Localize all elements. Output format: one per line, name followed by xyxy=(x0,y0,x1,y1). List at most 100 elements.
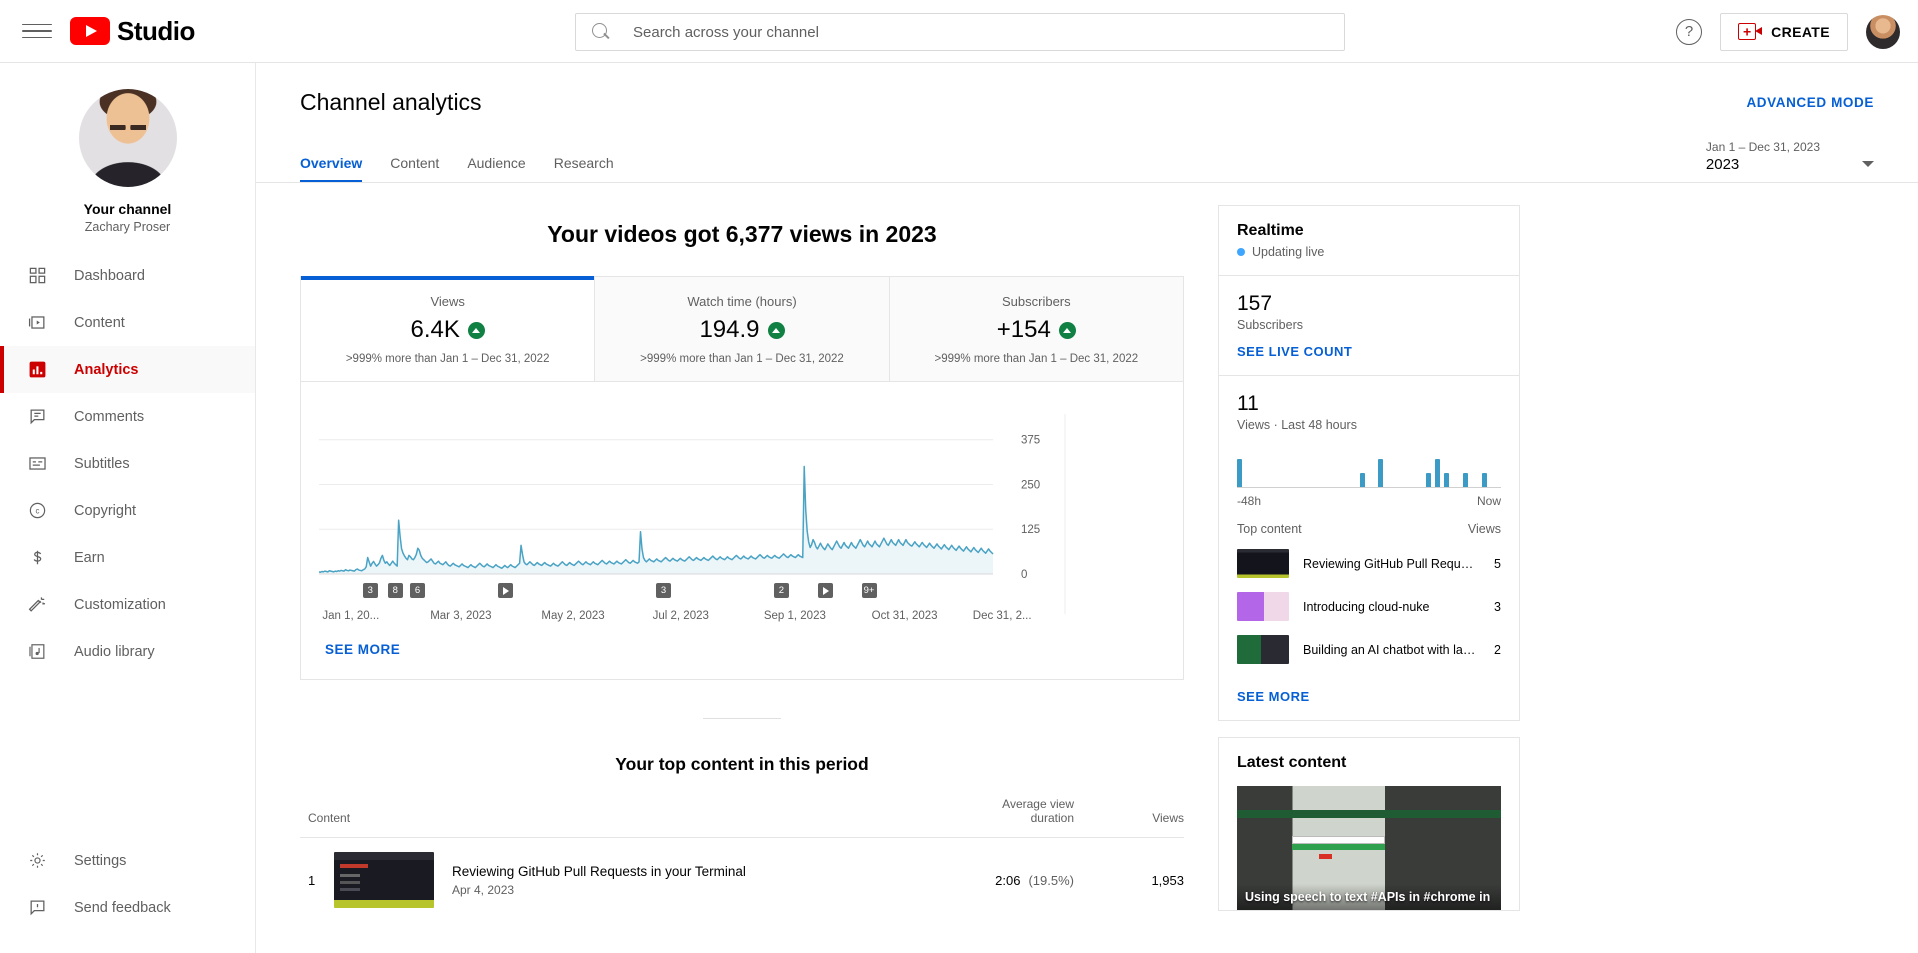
realtime-bar xyxy=(1444,473,1449,487)
table-row[interactable]: 1 Reviewing GitHub Pull Requests in your… xyxy=(300,838,1184,923)
metric-label: Subscribers xyxy=(900,294,1173,309)
sidebar-item-customization[interactable]: Customization xyxy=(0,581,255,628)
avd-percentage: (19.5%) xyxy=(1028,873,1074,888)
tab-underline xyxy=(256,182,1918,183)
video-thumbnail[interactable] xyxy=(1237,635,1289,664)
chart-marker-play-icon[interactable] xyxy=(498,583,513,598)
realtime-title: Realtime xyxy=(1237,222,1501,240)
chart-marker-count[interactable]: 9+ xyxy=(862,583,877,598)
avd-value: 2:06 xyxy=(995,873,1020,888)
top-content-title: Your top content in this period xyxy=(300,724,1184,797)
chart-x-tick-label: Dec 31, 2... xyxy=(973,610,1032,622)
sidebar-item-label: Content xyxy=(74,315,125,331)
tab-content[interactable]: Content xyxy=(376,155,453,183)
hamburger-menu-icon[interactable] xyxy=(22,16,52,46)
section-divider xyxy=(300,680,1184,724)
advanced-mode-link[interactable]: ADVANCED MODE xyxy=(1746,89,1874,110)
video-title[interactable]: Introducing cloud-nuke xyxy=(1303,600,1480,614)
chart-marker-count[interactable]: 2 xyxy=(774,583,789,598)
video-views: 2 xyxy=(1494,643,1501,657)
realtime-card: Realtime Updating live 157 Subscribers S… xyxy=(1218,205,1520,721)
sidebar-item-content[interactable]: Content xyxy=(0,299,255,346)
sidebar-item-analytics[interactable]: Analytics xyxy=(0,346,255,393)
realtime-views-block: 11 Views · Last 48 hours -48h Now Top co… xyxy=(1219,376,1519,720)
create-button[interactable]: CREATE xyxy=(1720,13,1848,51)
search-input[interactable] xyxy=(633,24,1328,41)
realtime-see-more-link[interactable]: SEE MORE xyxy=(1237,689,1501,704)
sidebar-item-label: Settings xyxy=(74,853,126,869)
sidebar-item-audio-library[interactable]: Audio library xyxy=(0,628,255,675)
page-header: Channel analytics ADVANCED MODE xyxy=(256,63,1918,116)
latest-video-thumbnail[interactable]: Using speech to text #APIs in #chrome in xyxy=(1237,786,1501,910)
trend-up-icon xyxy=(1059,322,1076,339)
row-views: 1,953 xyxy=(1074,838,1184,923)
video-thumbnail[interactable] xyxy=(1237,592,1289,621)
video-thumbnail[interactable] xyxy=(1237,549,1289,578)
video-publish-date: Apr 4, 2023 xyxy=(452,883,746,897)
video-views: 5 xyxy=(1494,557,1501,571)
metric-card-views[interactable]: Views 6.4K >999% more than Jan 1 – Dec 3… xyxy=(301,277,594,381)
search-bar[interactable] xyxy=(575,13,1345,51)
chevron-down-icon[interactable] xyxy=(1862,161,1874,167)
sidebar-item-dashboard[interactable]: Dashboard xyxy=(0,252,255,299)
date-range-selector[interactable]: Jan 1 – Dec 31, 2023 2023 xyxy=(1706,140,1874,183)
video-views: 3 xyxy=(1494,600,1501,614)
list-item[interactable]: Reviewing GitHub Pull Reques… 5 xyxy=(1237,542,1501,585)
sidebar-item-send-feedback[interactable]: Send feedback xyxy=(0,884,255,931)
chart-marker-count[interactable]: 8 xyxy=(388,583,403,598)
metric-card-watch-time[interactable]: Watch time (hours) 194.9 >999% more than… xyxy=(594,277,888,381)
sidebar-item-copyright[interactable]: c Copyright xyxy=(0,487,255,534)
audio-library-icon xyxy=(26,641,48,663)
realtime-header: Realtime Updating live xyxy=(1219,206,1519,275)
content-area: Your videos got 6,377 views in 2023 View… xyxy=(256,183,1918,927)
realtime-bar-chart xyxy=(1237,444,1501,488)
page-title: Channel analytics xyxy=(300,89,482,116)
chart-x-tick-label: Jul 2, 2023 xyxy=(653,610,709,622)
metric-card-subscribers[interactable]: Subscribers +154 >999% more than Jan 1 –… xyxy=(889,277,1183,381)
realtime-subscribers-count: 157 xyxy=(1237,292,1501,316)
left-column: Your videos got 6,377 views in 2023 View… xyxy=(300,205,1184,927)
channel-avatar[interactable] xyxy=(79,89,177,187)
chart-marker-play-icon[interactable] xyxy=(818,583,833,598)
content-icon xyxy=(26,312,48,334)
channel-name: Zachary Proser xyxy=(0,220,255,234)
video-title[interactable]: Reviewing GitHub Pull Reques… xyxy=(1303,557,1480,571)
chart-see-more-link[interactable]: SEE MORE xyxy=(301,642,1183,679)
account-avatar[interactable] xyxy=(1866,15,1900,49)
see-live-count-link[interactable]: SEE LIVE COUNT xyxy=(1237,344,1501,359)
svg-text:125: 125 xyxy=(1021,524,1040,536)
list-item[interactable]: Introducing cloud-nuke 3 xyxy=(1237,585,1501,628)
chart-marker-count[interactable]: 3 xyxy=(656,583,671,598)
column-header-content: Content xyxy=(300,797,924,838)
table-header-row: Content Average view duration Views xyxy=(300,797,1184,838)
video-title[interactable]: Reviewing GitHub Pull Requests in your T… xyxy=(452,864,746,879)
video-title[interactable]: Building an AI chatbot with la… xyxy=(1303,643,1480,657)
avd-header-line2: duration xyxy=(924,811,1074,825)
date-range-subtitle: Jan 1 – Dec 31, 2023 xyxy=(1706,140,1820,154)
youtube-studio-logo[interactable]: Studio xyxy=(70,16,195,47)
sidebar-item-subtitles[interactable]: Subtitles xyxy=(0,440,255,487)
channel-block: Your channel Zachary Proser xyxy=(0,63,255,252)
earn-icon xyxy=(26,547,48,569)
sidebar-item-earn[interactable]: Earn xyxy=(0,534,255,581)
realtime-axis-left: -48h xyxy=(1237,494,1261,508)
latest-video-caption: Using speech to text #APIs in #chrome in xyxy=(1237,884,1501,910)
tab-overview[interactable]: Overview xyxy=(300,155,376,183)
realtime-bar xyxy=(1463,473,1468,487)
video-thumbnail[interactable] xyxy=(334,852,434,908)
sidebar-item-label: Audio library xyxy=(74,644,155,660)
metric-value: 6.4K xyxy=(410,316,459,344)
chart-marker-count[interactable]: 6 xyxy=(410,583,425,598)
list-item[interactable]: Building an AI chatbot with la… 2 xyxy=(1237,628,1501,671)
realtime-bar xyxy=(1378,459,1383,487)
help-icon[interactable]: ? xyxy=(1676,19,1702,45)
chart-marker-count[interactable]: 3 xyxy=(363,583,378,598)
channel-heading: Your channel xyxy=(0,201,255,217)
sidebar-item-comments[interactable]: Comments xyxy=(0,393,255,440)
column-header-avg-view-duration: Average view duration xyxy=(924,797,1074,838)
row-rank: 1 xyxy=(300,838,334,923)
sidebar-item-settings[interactable]: Settings xyxy=(0,837,255,884)
tab-research[interactable]: Research xyxy=(540,155,628,183)
tab-audience[interactable]: Audience xyxy=(453,155,539,183)
views-chart[interactable]: 0125250375 386329+ Jan 1, 20...Mar 3, 20… xyxy=(301,382,1183,642)
